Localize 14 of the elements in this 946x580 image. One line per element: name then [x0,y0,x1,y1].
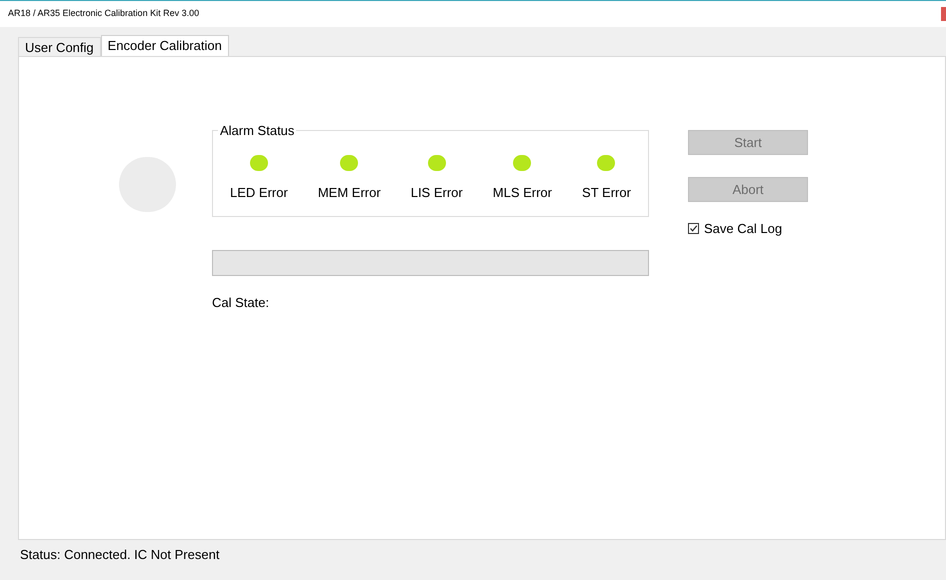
cal-state-label: Cal State: [212,294,270,312]
group-title: Alarm Status [218,123,296,138]
alarm-label: MEM Error [318,184,381,202]
status-text: Status: Connected. IC Not Present [20,546,220,564]
checkbox[interactable] [688,223,699,234]
check-icon [689,224,698,234]
tab[interactable]: User Config [18,37,101,56]
window-title: AR18 / AR35 Electronic Calibration Kit Rev 3.00 [8,7,200,20]
alarm-label: MLS Error [492,184,552,202]
checkbox-label: Save Cal Log [704,220,782,238]
alarm-label: LIS Error [410,184,463,202]
tab[interactable]: Encoder Calibration [100,35,229,56]
alarm-label: LED Error [230,184,288,202]
alarm-label: ST Error [582,184,631,202]
